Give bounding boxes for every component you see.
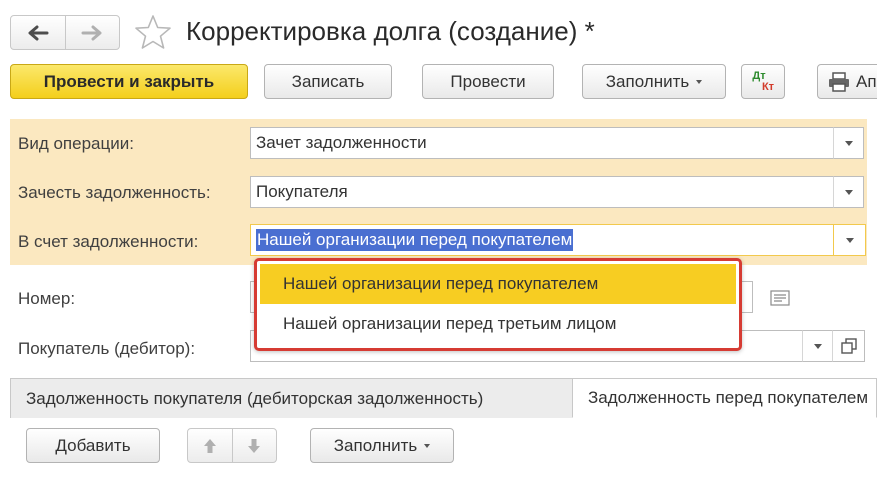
tab-buyer-receivables[interactable]: Задолженность покупателя (дебиторская за… bbox=[10, 378, 573, 418]
fill-label: Заполнить bbox=[605, 71, 690, 91]
move-buttons bbox=[187, 428, 277, 463]
printer-icon bbox=[829, 71, 849, 92]
post-button[interactable]: Провести bbox=[422, 64, 554, 99]
forward-button[interactable] bbox=[64, 16, 120, 49]
dt-kt-button[interactable]: Дт Кт bbox=[741, 64, 785, 99]
fill-menu-button[interactable]: Заполнить bbox=[582, 64, 726, 99]
post-and-close-button[interactable]: Провести и закрыть bbox=[10, 64, 248, 99]
chevron-down-icon bbox=[844, 189, 853, 195]
history-nav bbox=[10, 15, 120, 50]
kt-label: Кт bbox=[761, 80, 775, 93]
add-button[interactable]: Добавить bbox=[26, 428, 160, 463]
print-button[interactable]: Ап bbox=[817, 64, 877, 99]
print-label: Ап bbox=[856, 71, 877, 91]
move-down-button[interactable] bbox=[231, 429, 277, 462]
tab-fill-label: Заполнить bbox=[333, 435, 418, 455]
tab-debt-to-buyer[interactable]: Задолженность перед покупателем bbox=[572, 378, 877, 418]
offset-debt-label: Зачесть задолженность: bbox=[18, 183, 211, 202]
buyer-dropdown-button[interactable] bbox=[802, 330, 833, 362]
arrow-up-icon bbox=[203, 438, 216, 453]
arrow-left-icon bbox=[28, 25, 49, 40]
buyer-open-button[interactable] bbox=[832, 330, 865, 362]
chevron-down-icon bbox=[845, 237, 854, 243]
offset-debt-dropdown-button[interactable] bbox=[833, 176, 864, 208]
chevron-down-icon bbox=[813, 343, 822, 349]
operation-type-dropdown-button[interactable] bbox=[833, 127, 864, 159]
move-up-button[interactable] bbox=[188, 429, 232, 462]
back-button[interactable] bbox=[11, 16, 65, 49]
against-debt-label: В счет задолженности: bbox=[18, 232, 199, 251]
open-form-icon bbox=[840, 338, 857, 354]
favorite-star-icon[interactable] bbox=[134, 14, 172, 55]
dropdown-option[interactable]: Нашей организации перед третьим лицом bbox=[260, 304, 736, 344]
save-button[interactable]: Записать bbox=[264, 64, 392, 99]
dropdown-option[interactable]: Нашей организации перед покупателем bbox=[260, 264, 736, 304]
against-debt-dropdown-list: Нашей организации перед покупателем Наше… bbox=[254, 258, 742, 351]
offset-debt-field[interactable]: Покупателя bbox=[250, 176, 834, 208]
against-debt-field[interactable]: Нашей организации перед покупателем bbox=[250, 224, 834, 256]
operation-type-label: Вид операции: bbox=[18, 134, 134, 153]
chevron-down-icon bbox=[424, 443, 431, 448]
tab-fill-menu-button[interactable]: Заполнить bbox=[310, 428, 454, 463]
arrow-down-icon bbox=[248, 438, 261, 453]
buyer-label: Покупатель (дебитор): bbox=[18, 339, 196, 358]
chevron-down-icon bbox=[696, 79, 703, 84]
comment-icon[interactable] bbox=[770, 290, 790, 311]
against-debt-selected-text: Нашей организации перед покупателем bbox=[256, 229, 574, 251]
against-debt-dropdown-button[interactable] bbox=[833, 224, 866, 256]
number-label: Номер: bbox=[18, 289, 76, 308]
page-title: Корректировка долга (создание) * bbox=[186, 16, 595, 46]
arrow-right-icon bbox=[81, 25, 102, 40]
dt-label: Дт bbox=[752, 69, 766, 82]
operation-type-field[interactable]: Зачет задолженности bbox=[250, 127, 834, 159]
chevron-down-icon bbox=[844, 140, 853, 146]
